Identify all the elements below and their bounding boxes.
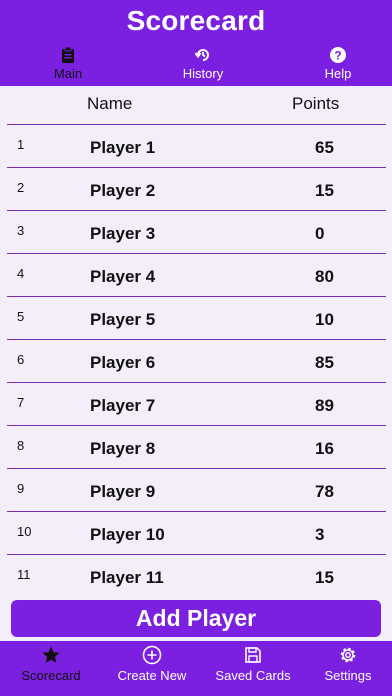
row-index: 10	[17, 524, 32, 539]
player-points: 85	[315, 353, 334, 372]
player-points: 15	[315, 181, 334, 200]
player-points: 16	[315, 439, 334, 458]
table-row[interactable]: 4 Player 4 80	[7, 253, 386, 296]
player-name: Player 8	[90, 439, 156, 458]
table-row[interactable]: 8 Player 8 16	[7, 425, 386, 468]
row-index: 7	[17, 395, 25, 410]
row-index: 4	[17, 266, 25, 281]
history-icon	[194, 49, 209, 61]
tab-history[interactable]: History	[158, 46, 248, 84]
table-row[interactable]: 3 Player 3 0	[7, 210, 386, 253]
player-name: Player 10	[90, 525, 165, 544]
app-title: Scorecard	[126, 5, 266, 36]
header-bar: Scorecard Main History ? Help	[0, 0, 392, 86]
row-index: 9	[17, 481, 25, 496]
row-index: 8	[17, 438, 25, 453]
player-name: Player 7	[90, 396, 156, 415]
player-points: 10	[315, 310, 334, 329]
player-points: 89	[315, 396, 334, 415]
row-index: 3	[17, 223, 25, 238]
player-name: Player 11	[90, 568, 164, 587]
tab-main[interactable]: Main	[23, 46, 113, 84]
gear-icon	[340, 647, 356, 663]
player-name: Player 3	[90, 224, 156, 243]
player-points: 78	[315, 482, 334, 501]
star-icon	[42, 646, 60, 663]
player-points: 80	[315, 267, 334, 286]
column-header-points: Points	[292, 94, 340, 113]
nav-create-new-label: Create New	[117, 668, 187, 683]
save-icon	[245, 647, 261, 663]
player-name: Player 2	[90, 181, 156, 200]
player-name: Player 5	[90, 310, 156, 329]
nav-saved-cards[interactable]: Saved Cards	[204, 643, 302, 693]
row-index: 11	[17, 567, 31, 582]
table-row[interactable]: 10 Player 10 3	[7, 511, 386, 554]
tab-main-label: Main	[53, 66, 83, 81]
table-row[interactable]: 7 Player 7 89	[7, 382, 386, 425]
tab-help[interactable]: ? Help	[293, 46, 383, 84]
players-table: 1 Player 1 65 2 Player 2 15 3 Player 3 0…	[0, 124, 392, 597]
row-index: 6	[17, 352, 25, 367]
table-row[interactable]: 9 Player 9 78	[7, 468, 386, 511]
table-row[interactable]: 6 Player 6 85	[7, 339, 386, 382]
row-index: 1	[17, 137, 25, 152]
plus-circle-icon	[142, 645, 162, 665]
nav-saved-cards-label: Saved Cards	[215, 668, 291, 683]
tab-help-label: Help	[324, 66, 352, 81]
player-name: Player 6	[90, 353, 156, 372]
table-row[interactable]: 1 Player 1 65	[7, 124, 386, 167]
player-points: 15	[315, 568, 334, 587]
add-player-button[interactable]: Add Player	[11, 600, 381, 637]
player-points: 65	[315, 138, 334, 157]
nav-settings-label: Settings	[324, 668, 372, 683]
column-header-name: Name	[87, 94, 133, 113]
table-row[interactable]: 5 Player 5 10	[7, 296, 386, 339]
bottom-nav: Scorecard Create New Saved Cards Setting…	[0, 641, 392, 696]
player-points: 3	[315, 525, 325, 544]
tab-history-label: History	[182, 66, 224, 81]
clipboard-icon	[62, 46, 74, 63]
player-name: Player 4	[90, 267, 156, 286]
row-index: 5	[17, 309, 25, 324]
nav-scorecard-label: Scorecard	[21, 668, 81, 683]
svg-text:?: ?	[334, 49, 341, 63]
player-name: Player 9	[90, 482, 156, 501]
player-points: 0	[315, 224, 325, 243]
nav-settings[interactable]: Settings	[299, 643, 392, 693]
row-index: 2	[17, 180, 25, 195]
table-row[interactable]: 2 Player 2 15	[7, 167, 386, 210]
player-name: Player 1	[90, 138, 156, 157]
table-row[interactable]: 11 Player 11 15	[7, 554, 386, 597]
nav-scorecard[interactable]: Scorecard	[2, 643, 100, 693]
help-icon: ?	[330, 47, 346, 63]
nav-create-new[interactable]: Create New	[103, 643, 201, 693]
